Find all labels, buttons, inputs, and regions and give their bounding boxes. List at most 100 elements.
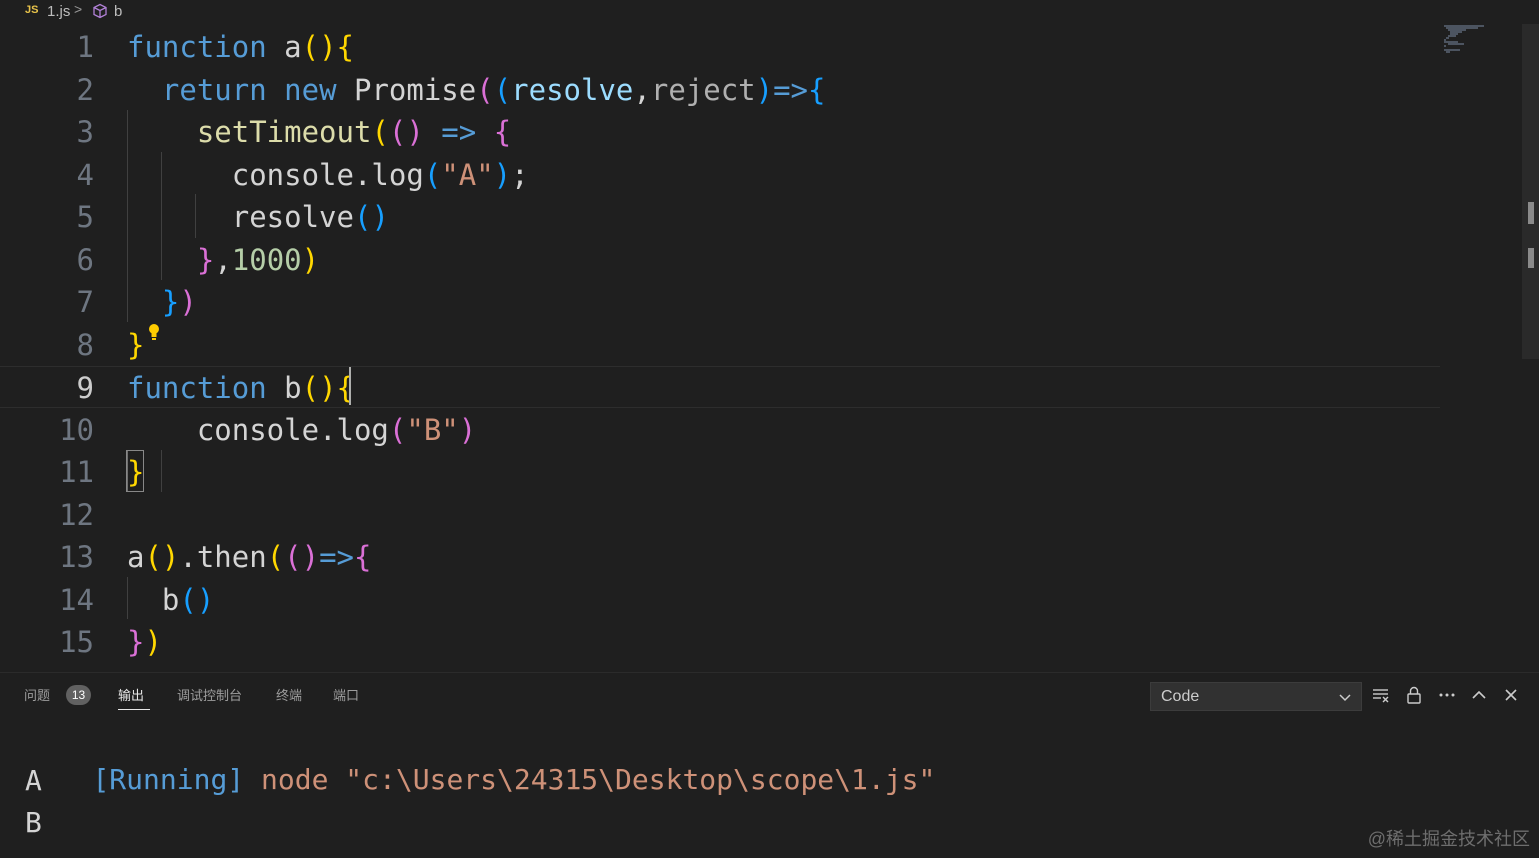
code-token: ) — [755, 72, 774, 107]
indent-guide — [195, 194, 196, 238]
code-token: } — [127, 327, 145, 362]
code-token: function — [127, 30, 267, 64]
line-number: 4 — [76, 157, 94, 192]
code-text: console.log("B") — [127, 409, 476, 451]
code-token: return — [161, 72, 267, 107]
code-text: return new Promise((resolve,reject)=>{ — [127, 69, 826, 111]
code-token: ) — [301, 242, 320, 277]
clear-output-icon[interactable] — [1371, 685, 1391, 705]
line-number: 2 — [76, 72, 94, 107]
code-token: } — [196, 242, 215, 277]
close-panel-icon[interactable] — [1501, 685, 1521, 705]
code-token: () — [301, 30, 337, 64]
breadcrumb-file[interactable]: 1.js — [47, 3, 70, 20]
code-text: }) — [127, 621, 162, 663]
code-token: a — [266, 30, 302, 64]
tab-terminal[interactable]: 终端 — [276, 685, 302, 704]
code-text: setTimeout(() => { — [127, 111, 511, 153]
code-line[interactable]: 11} — [0, 451, 1440, 493]
code-line[interactable]: 3 setTimeout(() => { — [0, 111, 1440, 153]
code-line[interactable]: 14 b() — [0, 579, 1440, 621]
code-token: setTimeout — [196, 115, 372, 149]
code-token: () — [179, 582, 215, 617]
code-token: ( — [371, 115, 389, 149]
code-text: resolve() — [127, 196, 389, 238]
code-token: reject — [650, 72, 756, 107]
problems-count-badge: 13 — [66, 685, 91, 705]
code-line[interactable]: 9 function b(){ — [0, 366, 1440, 408]
code-line[interactable]: 8} — [0, 324, 1440, 366]
breadcrumb-symbol[interactable]: b — [114, 3, 122, 20]
minimap[interactable] — [1444, 24, 1489, 54]
code-editor[interactable]: 1 function a(){2 return new Promise((reso… — [0, 24, 1539, 672]
line-number: 11 — [59, 455, 94, 489]
code-line[interactable]: 1 function a(){ — [0, 26, 1440, 68]
code-token: ) — [179, 285, 197, 319]
code-token: { — [493, 115, 512, 149]
line-number: 1 — [76, 30, 94, 64]
line-number: 14 — [59, 582, 94, 617]
code-line[interactable]: 4 console.log("A"); — [0, 154, 1440, 196]
code-token: console.log — [127, 412, 389, 447]
line-number: 7 — [76, 285, 94, 319]
code-token: => — [773, 72, 809, 107]
code-line[interactable]: 6 },1000) — [0, 239, 1440, 281]
code-line[interactable]: 13 a().then(()=>{ — [0, 536, 1440, 578]
code-token: ) — [458, 412, 477, 447]
output-line: A — [25, 764, 42, 797]
output-channel-value: Code — [1161, 688, 1200, 705]
code-token: b — [127, 582, 180, 617]
breadcrumb-separator: > — [74, 1, 83, 17]
lock-scroll-icon[interactable] — [1404, 685, 1424, 705]
breadcrumb: JS 1.js > b — [0, 0, 1539, 24]
maximize-panel-icon[interactable] — [1469, 685, 1489, 705]
code-text: function b(){ — [127, 367, 354, 409]
editor-scrollbar[interactable] — [1522, 24, 1539, 359]
more-actions-icon[interactable] — [1437, 685, 1457, 705]
tab-output[interactable]: 输出 — [118, 685, 144, 704]
line-number: 5 — [76, 200, 94, 234]
code-line[interactable]: 12 — [0, 494, 1440, 536]
javascript-file-icon: JS — [25, 4, 39, 16]
run-command: node "c:\Users\24315\Desktop\scope\1.js" — [244, 763, 936, 796]
lightbulb-icon[interactable] — [147, 323, 161, 341]
output-running-line: [Running] node "c:\Users\24315\Desktop\s… — [25, 717, 935, 843]
indent-guide — [161, 152, 162, 280]
line-number: 13 — [59, 540, 94, 574]
code-line[interactable]: 10 console.log("B") — [0, 409, 1440, 451]
code-token: function — [127, 371, 267, 405]
code-token: Promise — [336, 72, 477, 107]
code-token: ; — [511, 157, 529, 192]
code-line[interactable]: 2 return new Promise((resolve,reject)=>{ — [0, 69, 1440, 111]
symbol-cube-icon — [93, 3, 107, 19]
indent-guide — [127, 110, 128, 322]
code-text: }) — [127, 281, 197, 323]
code-text: },1000) — [127, 239, 319, 281]
scrollbar-marker — [1528, 248, 1534, 268]
code-token: "A" — [441, 157, 494, 192]
watermark: @稀土掘金技术社区 — [1367, 829, 1530, 849]
tab-problems[interactable]: 问题 — [24, 685, 50, 704]
tab-ports[interactable]: 端口 — [333, 685, 359, 704]
line-number: 9 — [76, 371, 94, 405]
code-token: ( — [493, 72, 512, 107]
code-token: ( — [388, 412, 407, 447]
code-line[interactable]: 15}) — [0, 621, 1440, 663]
output-channel-select[interactable]: Code — [1150, 682, 1362, 711]
text-cursor — [349, 367, 351, 405]
code-token: () — [353, 200, 389, 234]
code-line[interactable]: 7 }) — [0, 281, 1440, 323]
tab-debug-console[interactable]: 调试控制台 — [177, 685, 242, 704]
code-token: "B" — [406, 412, 459, 447]
code-text: function a(){ — [127, 26, 354, 68]
code-line[interactable]: 5 resolve() — [0, 196, 1440, 238]
code-token: () — [284, 540, 320, 574]
code-token: ) — [144, 625, 162, 659]
indent-guide — [127, 577, 128, 619]
bottom-panel: 问题 13 输出 调试控制台 终端 端口 Code [Running] node… — [0, 672, 1539, 858]
